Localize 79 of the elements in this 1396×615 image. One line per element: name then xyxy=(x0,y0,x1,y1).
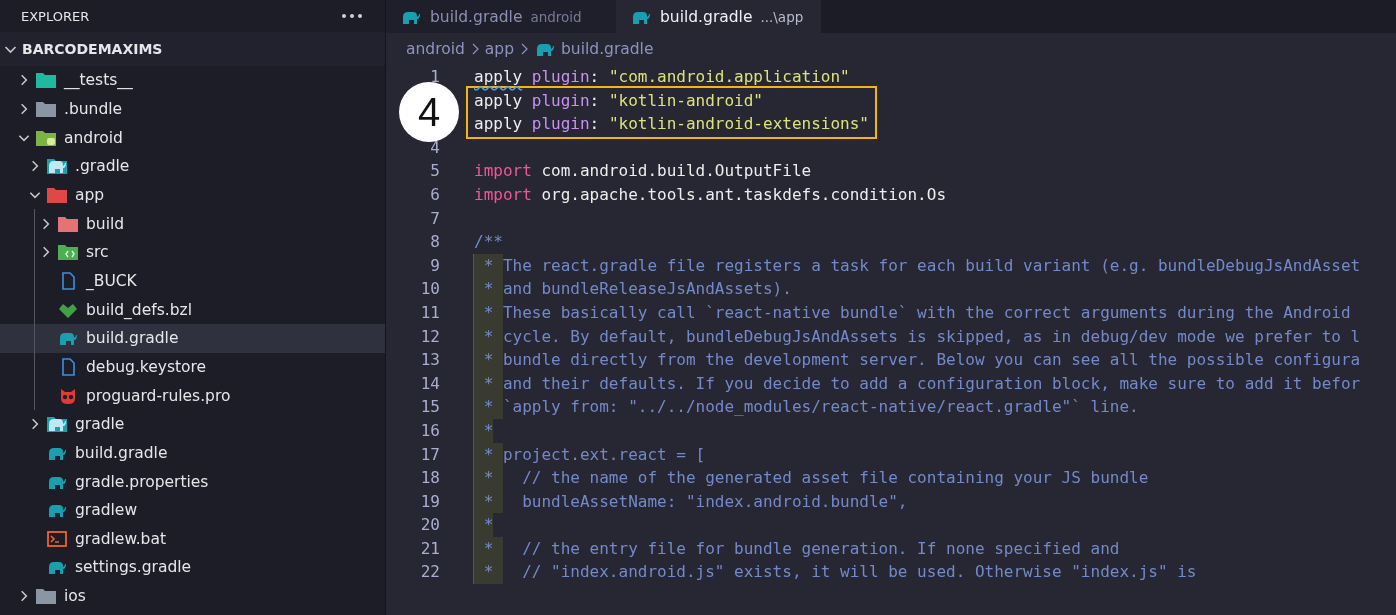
tree-item[interactable]: debug.keystore xyxy=(0,352,385,382)
line-number: 8 xyxy=(429,231,441,254)
line-number: 16 xyxy=(419,419,441,442)
code-line: apply plugin: "kotlin-android" xyxy=(474,89,763,112)
code-line: /** xyxy=(474,231,503,254)
tree-item[interactable]: build.gradle xyxy=(0,323,385,353)
chevron-icon xyxy=(519,43,529,55)
file-name: ios xyxy=(64,587,86,606)
file-name: gradlew.bat xyxy=(75,529,166,548)
tree-item[interactable]: src xyxy=(0,237,385,267)
line-number: 11 xyxy=(419,301,441,324)
folder-icon xyxy=(35,586,57,607)
terminal-icon xyxy=(46,528,68,549)
tree-item[interactable]: build.gradle xyxy=(0,438,385,468)
tree-item[interactable]: _BUCK xyxy=(0,266,385,296)
file-name: app xyxy=(75,185,105,204)
file-name: android xyxy=(64,128,123,147)
file-name: build.gradle xyxy=(86,329,179,348)
tree-item[interactable]: app xyxy=(0,180,385,210)
line-number: 22 xyxy=(419,561,441,584)
editor-tab[interactable]: build.gradle android xyxy=(386,0,616,33)
step-badge: 4 xyxy=(399,82,459,142)
line-number: 20 xyxy=(419,514,441,537)
panel-title: EXPLORER xyxy=(21,8,90,24)
tree-item[interactable]: gradle.properties xyxy=(0,467,385,496)
file-name: build.gradle xyxy=(75,443,168,462)
tree-item[interactable]: .gradle xyxy=(0,151,385,181)
folder-icon xyxy=(57,242,79,263)
tree-item[interactable]: android xyxy=(0,123,385,152)
file-name: __tests__ xyxy=(64,71,133,90)
tree-item[interactable]: gradlew xyxy=(0,495,385,525)
code-line: apply plugin: "com.android.application" xyxy=(474,66,850,88)
tree-item[interactable]: build xyxy=(0,209,385,238)
breadcrumb-item[interactable]: build.gradle xyxy=(561,40,654,58)
tree-item[interactable]: gradlew.bat xyxy=(0,524,385,554)
file-name: _BUCK xyxy=(86,271,137,290)
code-line: import com.android.build.OutputFile xyxy=(474,160,812,183)
tree-item[interactable]: build_defs.bzl xyxy=(0,295,385,324)
line-number: 5 xyxy=(429,160,441,183)
tree-item[interactable]: ios xyxy=(0,581,385,611)
tree-item[interactable]: gradle xyxy=(0,409,385,439)
tree-item[interactable]: __tests__ xyxy=(0,66,385,95)
breadcrumb-item[interactable]: android xyxy=(406,40,465,58)
file-name: settings.gradle xyxy=(75,558,192,577)
line-number: 7 xyxy=(429,207,441,230)
line-number: 18 xyxy=(419,467,441,490)
line-number: 10 xyxy=(419,278,441,301)
project-name[interactable]: BARCODEMAXIMS xyxy=(22,41,163,57)
folder-icon xyxy=(46,414,68,435)
tree-item[interactable]: .bundle xyxy=(0,94,385,124)
line-number: 6 xyxy=(429,183,441,206)
folder-icon xyxy=(35,70,57,91)
file-name: gradle xyxy=(75,415,125,434)
file-name: build_defs.bzl xyxy=(86,300,192,319)
line-number: 12 xyxy=(419,325,441,348)
code-line: apply plugin: "kotlin-android-extensions" xyxy=(474,113,869,136)
more-icon[interactable] xyxy=(341,13,363,19)
line-number: 14 xyxy=(419,372,441,395)
line-number: 15 xyxy=(419,396,441,419)
editor-tab[interactable]: build.gradle ...\app xyxy=(616,0,821,33)
file-name: build xyxy=(86,214,125,233)
breadcrumb-item[interactable]: app xyxy=(484,40,514,58)
line-number: 9 xyxy=(429,254,441,277)
tree-item[interactable]: proguard-rules.pro xyxy=(0,381,385,410)
file-name: src xyxy=(86,243,109,262)
line-number: 17 xyxy=(419,443,441,466)
line-number: 13 xyxy=(419,349,441,372)
tree-item[interactable]: settings.gradle xyxy=(0,553,385,582)
code-line: import org.apache.tools.ant.taskdefs.condition.Os xyxy=(474,183,946,206)
folder-icon xyxy=(46,156,68,177)
line-number: 21 xyxy=(419,537,441,560)
line-number: 19 xyxy=(419,490,441,513)
file-name: gradlew xyxy=(75,501,138,520)
file-name: gradle.properties xyxy=(75,472,209,491)
file-name: proguard-rules.pro xyxy=(86,386,231,405)
file-name: debug.keystore xyxy=(86,357,207,376)
file-name: .gradle xyxy=(75,157,130,176)
folder-icon xyxy=(35,99,57,119)
file-name: .bundle xyxy=(64,100,123,118)
